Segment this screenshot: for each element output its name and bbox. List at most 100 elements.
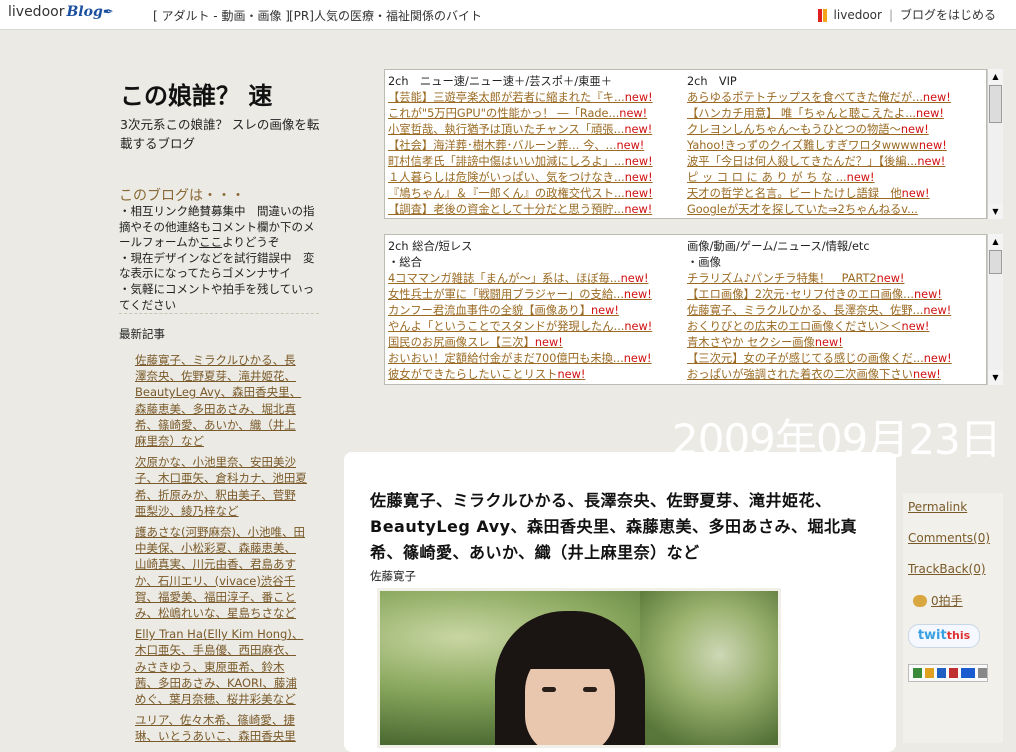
scroll-down-arrow-icon[interactable]: ▼ <box>988 370 1003 385</box>
feed-item-link[interactable]: チラリズム♪パンチラ特集！ PART2new! <box>687 271 972 287</box>
feed-item-title: これが"5万円GPU"の性能かっ！ ―「Rade... <box>388 107 620 120</box>
feed-item-link[interactable]: 『鳩ちゃん』＆『一郎くん』の政権交代スト...new! <box>388 186 673 202</box>
twit-word: twit <box>917 628 947 643</box>
adult-video-link[interactable]: [ アダルト - 動画・画像 ] <box>153 7 290 24</box>
feed-item-link[interactable]: 4コママンガ雑誌「まんが～」系は、ほぼ毎...new! <box>388 271 673 287</box>
new-badge: new! <box>624 91 653 104</box>
feed-item-link[interactable]: 【ハンカチ用意】 唯「ちゃんと聴こえたよ...new! <box>687 106 972 122</box>
feed-item-link[interactable]: たくさんの画像に...new! <box>687 383 972 384</box>
feed-item-link[interactable]: おくりびとの広末のエロ画像ください＞＜new! <box>687 319 972 335</box>
new-badge: new! <box>918 139 947 152</box>
feed-item-title: 国民のお尻画像スレ【三次】 <box>388 336 535 349</box>
new-badge: new! <box>624 187 653 200</box>
bookmark-icon[interactable] <box>948 668 958 678</box>
feed-item-link[interactable]: 【三次元】女の子が感じてる感じの画像くだ...new! <box>687 351 972 367</box>
new-badge: new! <box>900 123 929 136</box>
feed-item-link[interactable]: 国民のお尻画像スレ【三次】new! <box>388 335 673 351</box>
new-badge: new! <box>901 187 930 200</box>
feed-item-link[interactable]: 北の国から遺言の小学生を...new! <box>388 383 673 385</box>
bookmark-icon[interactable] <box>936 668 946 678</box>
feed-item-title: おっぱいが強調された着衣の二次画像下さい <box>687 368 913 381</box>
feed2-right-sub: ・画像 <box>687 256 721 269</box>
feed-item-link[interactable]: 【調査】老後の資金として十分だと思う預貯...new! <box>388 202 673 218</box>
feed-item-link[interactable]: 天才の哲学と名言。ビートたけし語録 他new! <box>687 186 972 202</box>
comments-link[interactable]: Comments(0) <box>908 531 990 545</box>
separator: | <box>888 7 893 22</box>
feed-item-link[interactable]: １人暮らしは危険がいっぱい、気をつけなき...new! <box>388 170 673 186</box>
livedoor-blog-logo[interactable]: livedoor Blog✒ <box>8 4 114 20</box>
feed-item-title: 青木さやか セクシー画像 <box>687 336 815 349</box>
recent-post-link[interactable]: 護あさな(河野麻奈)、小池唯、田中美保、小松彩夏、森藤恵美、山崎真実、川元由香、… <box>135 524 307 621</box>
recent-post-link[interactable]: 佐藤寛子、ミラクルひかる、長澤奈央、佐野夏芽、滝井姫花、BeautyLeg Av… <box>135 352 307 449</box>
permalink-link[interactable]: Permalink <box>908 500 967 514</box>
feed-item-title: 波平「今日は何人殺してきたんだ？」【後編... <box>687 155 918 168</box>
social-bookmark-buttons[interactable] <box>908 664 988 682</box>
feed-item-title: 町村信孝氏「誹謗中傷はいい加減にしろよ」... <box>388 155 625 168</box>
feed-item-link[interactable]: 町村信孝氏「誹謗中傷はいい加減にしろよ」...new! <box>388 154 673 170</box>
feed2-left-column: 2ch 総合/短レス ・総合 4コママンガ雑誌「まんが～」系は、ほぼ毎...ne… <box>388 239 673 385</box>
feed-box-1: 2ch ニュー速/ニュー速＋/芸スポ＋/東亜＋ 【芸能】三遊亭楽太郎が若者に縮ま… <box>384 69 1016 219</box>
livedoor-link[interactable]: livedoor <box>834 8 882 22</box>
feed-item-link[interactable]: おっぱいが強調された着衣の二次画像下さいnew! <box>687 367 972 383</box>
article-title[interactable]: 佐藤寛子、ミラクルひかる、長澤奈央、佐野夏芽、滝井姫花、BeautyLeg Av… <box>370 488 880 566</box>
feed1-scrollbar[interactable]: ▲ ▼ <box>987 69 1003 219</box>
new-badge: new! <box>591 304 619 317</box>
feed-item-link[interactable]: 波平「今日は何人殺してきたんだ？」【後編...new! <box>687 154 972 170</box>
recent-posts-list: 佐藤寛子、ミラクルひかる、長澤奈央、佐野夏芽、滝井姫花、BeautyLeg Av… <box>135 352 307 750</box>
twit-this-button[interactable]: twitthis <box>908 624 980 648</box>
scroll-up-arrow-icon[interactable]: ▲ <box>988 69 1003 84</box>
blog-title[interactable]: この娘誰？ 速 <box>120 76 272 111</box>
article-photo[interactable] <box>377 588 781 748</box>
clap-icon <box>913 594 927 607</box>
feed-item-link[interactable]: 【芸能】三遊亭楽太郎が若者に縮まれた『キ...new! <box>388 90 673 106</box>
feed-item-link[interactable]: おいおい！定額給付金がまだ700億円も未換...new! <box>388 351 673 367</box>
bookmark-icon[interactable] <box>978 668 987 678</box>
scroll-down-arrow-icon[interactable]: ▼ <box>988 204 1003 219</box>
pr-job-link[interactable]: [PR]人気の医療・福祉関係のバイト <box>289 7 482 24</box>
bookmark-icon[interactable] <box>924 668 934 678</box>
about-text: ・相互リンク絶賛募集中 間違いの指摘やその他連絡もコメント欄か下のメールフォーム… <box>119 204 324 313</box>
trackback-link[interactable]: TrackBack(0) <box>908 562 986 576</box>
clap-button[interactable]: 0拍手 <box>913 592 963 609</box>
feed-item-title: 【調査】老後の資金として十分だと思う預貯... <box>388 203 625 216</box>
new-badge: new! <box>923 304 952 317</box>
feed2-scrollbar[interactable]: ▲ ▼ <box>987 234 1003 385</box>
feed-item-link[interactable]: 小室哲哉、執行猶予は頂いたチャンス「頑張...new! <box>388 122 673 138</box>
feed-item-title: あらゆるポテトチップスを食べてきた俺だが... <box>687 91 923 104</box>
mail-form-link[interactable]: ここ <box>199 235 222 249</box>
feed-item-title: 彼女ができたらしたいことリスト <box>388 368 558 381</box>
hatena-bookmark-icon[interactable] <box>960 668 976 678</box>
feed1-left-heading: 2ch ニュー速/ニュー速＋/芸スポ＋/東亜＋ <box>388 75 613 88</box>
feed-item-link[interactable]: あらゆるポテトチップスを食べてきた俺だが...new! <box>687 90 972 106</box>
new-badge: new! <box>534 384 562 385</box>
feed-item-title: 佐藤寛子、ミラクルひかる、長澤奈央、佐野... <box>687 304 924 317</box>
recent-post-link[interactable]: 次原かな、小池里奈、安田美沙子、木口亜矢、倉科カナ、池田夏希、折原みか、釈由美子… <box>135 454 307 519</box>
new-badge: new! <box>913 288 942 301</box>
twit-this-word: this <box>946 629 971 642</box>
feed-item-link[interactable]: これが"5万円GPU"の性能かっ！ ―「Rade...new! <box>388 106 673 122</box>
start-blog-link[interactable]: ブログをはじめる <box>900 6 996 23</box>
recent-post-link[interactable]: ユリア、佐々木希、篠崎愛、捷琳、いとうあいこ、森田香央里 <box>135 712 307 744</box>
feed-item-title: やんよ「ということでスタンドが発現したん... <box>388 320 625 333</box>
scroll-thumb[interactable] <box>989 85 1002 123</box>
feed-item-link[interactable]: Googleが天才を探していた⇒2ちゃんねるv... <box>687 202 972 218</box>
new-badge: new! <box>814 336 843 349</box>
feed-item-title: 【三次元】女の子が感じてる感じの画像くだ... <box>687 352 924 365</box>
feed-item-link[interactable]: Yahoo!きっずのクイズ難しすぎワロタwwwwnew! <box>687 138 972 154</box>
feed-item-link[interactable]: やんよ「ということでスタンドが発現したん...new! <box>388 319 673 335</box>
feed-item-link[interactable]: 彼女ができたらしたいことリスト new! <box>388 367 673 383</box>
feed-item-title: Yahoo!きっずのクイズ難しすぎワロタwwww <box>687 139 919 152</box>
feed-item-link[interactable]: 青木さやか セクシー画像new! <box>687 335 972 351</box>
recent-post-link[interactable]: Elly Tran Ha(Elly Kim Hong)、木口亜矢、手島優、西田麻… <box>135 626 307 707</box>
feed-item-link[interactable]: 女性兵士が軍に「戦闘用ブラジャー」の支給...new! <box>388 287 673 303</box>
scroll-up-arrow-icon[interactable]: ▲ <box>988 234 1003 249</box>
feed-item-link[interactable]: ピ ッ コ ロ に あ り が ち な ...new! <box>687 170 972 186</box>
feed-item-link[interactable]: カンフー君流血事件の全貌【画像あり】new! <box>388 303 673 319</box>
feed-item-link[interactable]: クレヨンしんちゃん～もうひとつの物語～new! <box>687 122 972 138</box>
scroll-thumb[interactable] <box>989 250 1002 274</box>
new-badge: new! <box>620 272 649 285</box>
bookmark-icon[interactable] <box>913 668 922 678</box>
feed-item-link[interactable]: 【社会】海洋葬･樹木葬･バルーン葬… 今、...new! <box>388 138 673 154</box>
feed-item-link[interactable]: 佐藤寛子、ミラクルひかる、長澤奈央、佐野...new! <box>687 303 972 319</box>
feed-item-link[interactable]: 【エロ画像】2次元･セリフ付きのエロ画像...new! <box>687 287 972 303</box>
